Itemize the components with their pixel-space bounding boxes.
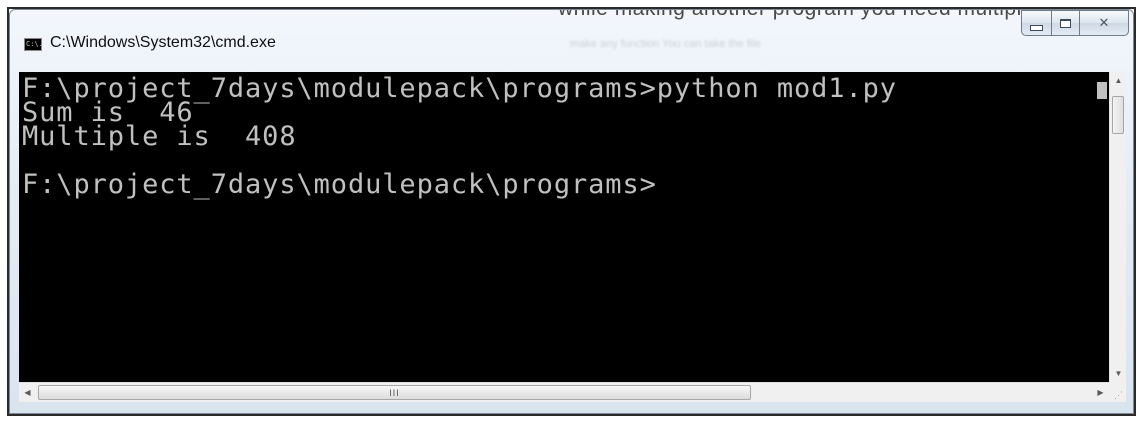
caption-buttons: ✕ [1021,10,1129,36]
close-icon: ✕ [1098,15,1110,30]
minimize-icon [1030,24,1043,31]
vertical-scroll-thumb[interactable] [1112,96,1124,134]
vertical-scrollbar[interactable]: ▲ ▼ [1109,72,1126,382]
maximize-icon [1060,18,1071,28]
minimize-button[interactable] [1021,10,1051,36]
close-button[interactable]: ✕ [1079,10,1129,36]
scroll-right-arrow-icon[interactable]: ▶ [1092,383,1109,402]
console-text: F:\project_7days\modulepack\programs>pyt… [22,73,897,200]
scroll-thumb-grip-icon: III [389,387,400,398]
scroll-left-arrow-icon[interactable]: ◀ [19,383,36,402]
console-output-area[interactable]: F:\project_7days\modulepack\programs>pyt… [19,72,1109,382]
cmd-window[interactable]: while making another program you need mu… [9,9,1134,414]
text-cursor [1097,82,1107,99]
horizontal-scrollbar[interactable]: ◀ III ▶ [19,382,1109,402]
title-bar[interactable]: C:\. C:\Windows\System32\cmd.exe ✕ [10,10,1133,72]
resize-grip[interactable]: ⋰ [1109,382,1126,402]
scroll-down-arrow-icon[interactable]: ▼ [1110,365,1127,382]
resize-grip-icon: ⋰ [1114,390,1123,400]
maximize-button[interactable] [1051,10,1079,36]
horizontal-scroll-thumb[interactable]: III [38,385,751,400]
cmd-app-icon[interactable]: C:\. [24,38,43,51]
window-title: C:\Windows\System32\cmd.exe [50,34,276,51]
scroll-up-arrow-icon[interactable]: ▲ [1110,72,1127,89]
